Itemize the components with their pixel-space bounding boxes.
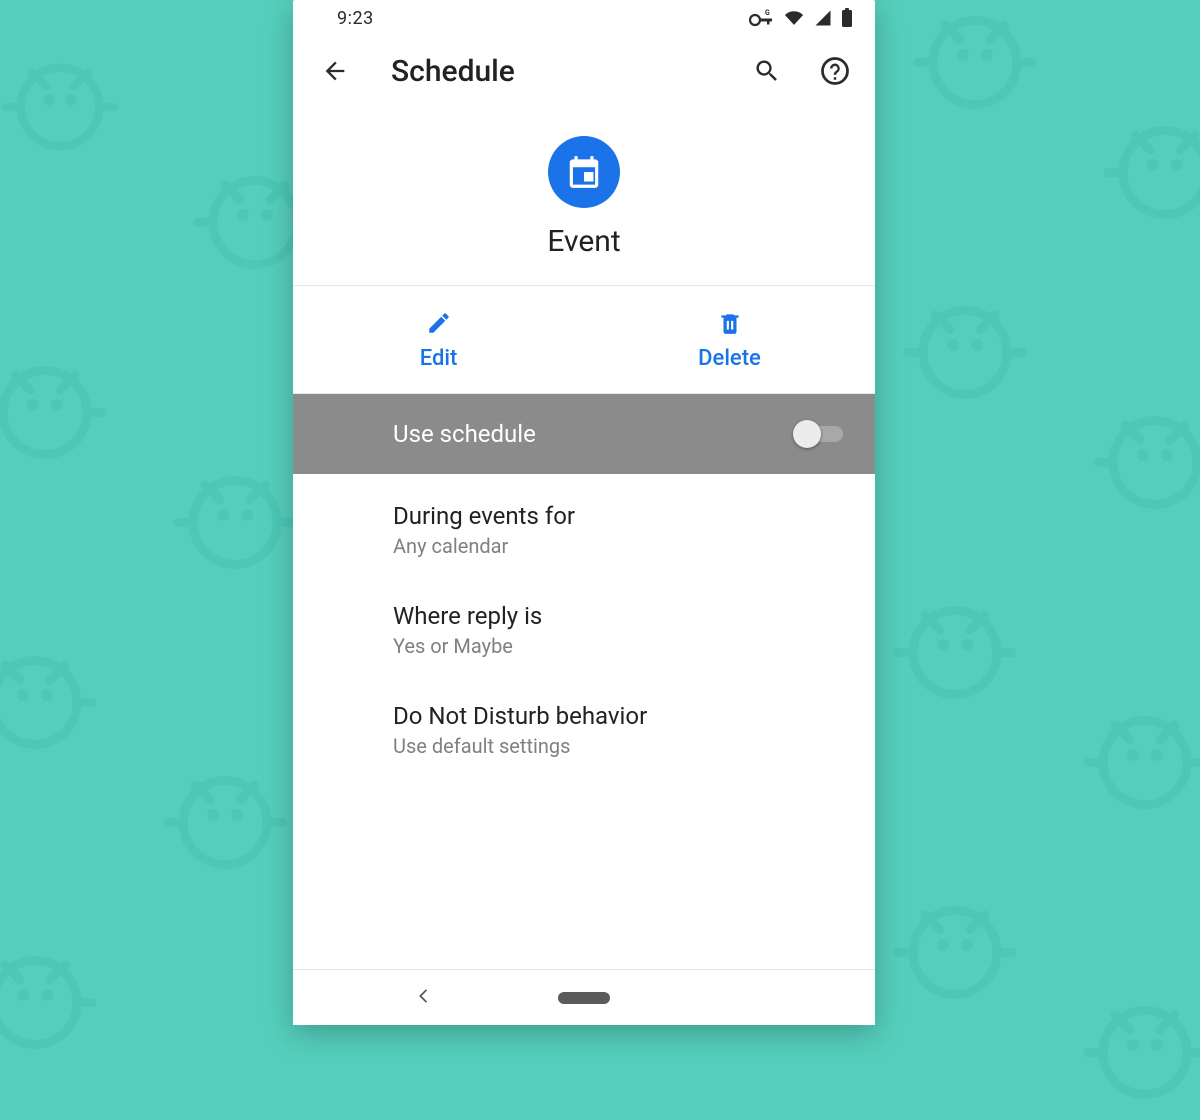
nav-home-pill[interactable]	[558, 992, 610, 1004]
setting-subtitle: Use default settings	[393, 734, 845, 758]
use-schedule-label: Use schedule	[393, 420, 536, 448]
edit-button[interactable]: Edit	[293, 286, 584, 393]
back-button[interactable]	[313, 49, 357, 93]
hero-title: Event	[547, 224, 620, 259]
status-icons: G	[749, 8, 853, 28]
setting-subtitle: Any calendar	[393, 534, 845, 558]
trash-icon	[717, 310, 743, 336]
setting-subtitle: Yes or Maybe	[393, 634, 845, 658]
system-nav-bar	[293, 969, 875, 1025]
setting-title: Where reply is	[393, 602, 845, 630]
event-avatar	[548, 136, 620, 208]
switch-thumb	[793, 420, 821, 448]
settings-list: During events for Any calendar Where rep…	[293, 474, 875, 969]
chevron-left-icon	[413, 985, 435, 1007]
setting-where-reply[interactable]: Where reply is Yes or Maybe	[293, 580, 875, 680]
battery-icon	[841, 8, 853, 28]
phone-frame: 9:23 G Schedule	[293, 0, 875, 1025]
delete-button[interactable]: Delete	[584, 286, 875, 393]
hero: Event	[293, 106, 875, 286]
action-row: Edit Delete	[293, 286, 875, 394]
signal-icon	[813, 9, 833, 27]
delete-label: Delete	[698, 346, 761, 371]
search-button[interactable]	[745, 49, 789, 93]
edit-label: Edit	[420, 346, 458, 371]
svg-text:G: G	[765, 9, 770, 17]
nav-back-button[interactable]	[413, 985, 435, 1011]
vpn-key-icon: G	[749, 9, 775, 27]
wifi-icon	[783, 9, 805, 27]
use-schedule-row[interactable]: Use schedule	[293, 394, 875, 474]
pencil-icon	[426, 310, 452, 336]
setting-dnd-behavior[interactable]: Do Not Disturb behavior Use default sett…	[293, 680, 875, 780]
setting-title: During events for	[393, 502, 845, 530]
search-icon	[753, 57, 781, 85]
help-button[interactable]	[813, 49, 857, 93]
status-bar: 9:23 G	[293, 0, 875, 36]
calendar-event-icon	[565, 153, 603, 191]
app-bar: Schedule	[293, 36, 875, 106]
use-schedule-switch[interactable]	[793, 420, 843, 448]
help-icon	[820, 56, 850, 86]
page-title: Schedule	[391, 54, 721, 89]
arrow-back-icon	[321, 57, 349, 85]
setting-during-events[interactable]: During events for Any calendar	[293, 480, 875, 580]
setting-title: Do Not Disturb behavior	[393, 702, 845, 730]
status-time: 9:23	[337, 8, 374, 29]
